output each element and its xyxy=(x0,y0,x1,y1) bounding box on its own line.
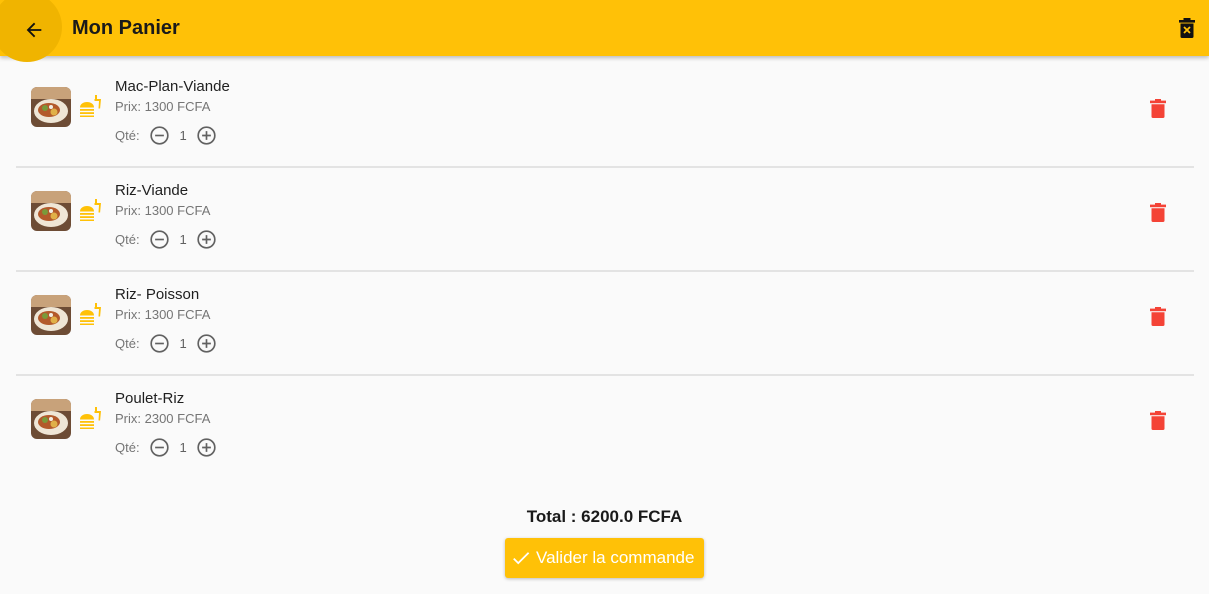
food-thumbnail xyxy=(31,87,71,127)
quantity-value: 1 xyxy=(179,335,187,351)
quantity-label: Qté: xyxy=(115,335,140,351)
fastfood-icon xyxy=(80,303,101,325)
quantity-label: Qté: xyxy=(115,231,140,247)
quantity-value: 1 xyxy=(179,231,187,247)
quantity-label: Qté: xyxy=(115,439,140,455)
delete-item-button[interactable] xyxy=(1146,408,1170,432)
arrow-back-icon xyxy=(26,22,42,38)
fastfood-icon xyxy=(80,199,101,221)
cart-item: Riz-Viande Prix: 1300 FCFA Qté: 1 xyxy=(16,168,1194,272)
decrement-button[interactable] xyxy=(149,228,171,250)
delete-forever-icon xyxy=(1179,18,1195,38)
increment-button[interactable] xyxy=(196,332,218,354)
validate-order-label: Valider la commande xyxy=(536,548,695,567)
add-circle-outline-icon xyxy=(197,437,216,457)
quantity-value: 1 xyxy=(179,127,187,143)
delete-icon xyxy=(1150,410,1166,430)
decrement-button[interactable] xyxy=(149,436,171,458)
cart-item: Mac-Plan-Viande Prix: 1300 FCFA Qté: 1 xyxy=(16,64,1194,168)
delete-item-button[interactable] xyxy=(1146,200,1170,224)
item-price: Prix: 1300 FCFA xyxy=(115,307,211,322)
item-price: Prix: 1300 FCFA xyxy=(115,203,211,218)
fastfood-icon xyxy=(80,407,101,429)
quantity-stepper: Qté: 1 xyxy=(115,228,218,250)
item-name: Riz- Poisson xyxy=(115,286,200,303)
item-price: Prix: 1300 FCFA xyxy=(115,99,211,114)
cart-list: Mac-Plan-Viande Prix: 1300 FCFA Qté: 1 R… xyxy=(16,64,1194,480)
decrement-button[interactable] xyxy=(149,332,171,354)
increment-button[interactable] xyxy=(196,228,218,250)
add-circle-outline-icon xyxy=(197,229,216,249)
fastfood-icon xyxy=(80,95,101,117)
quantity-stepper: Qté: 1 xyxy=(115,332,218,354)
quantity-label: Qté: xyxy=(115,127,140,143)
food-thumbnail xyxy=(31,295,71,335)
app-bar: Mon Panier xyxy=(0,0,1209,62)
delete-item-button[interactable] xyxy=(1146,304,1170,328)
quantity-stepper: Qté: 1 xyxy=(115,436,218,458)
item-price: Prix: 2300 FCFA xyxy=(115,411,211,426)
delete-icon xyxy=(1150,202,1166,222)
validate-order-button[interactable]: Valider la commande xyxy=(505,538,704,578)
clear-cart-button[interactable] xyxy=(1175,16,1199,40)
delete-icon xyxy=(1150,306,1166,326)
page-title: Mon Panier xyxy=(72,17,180,39)
item-name: Poulet-Riz xyxy=(115,390,185,407)
delete-icon xyxy=(1150,98,1166,118)
food-thumbnail xyxy=(31,191,71,231)
item-name: Riz-Viande xyxy=(115,182,189,199)
item-name: Mac-Plan-Viande xyxy=(115,78,230,95)
remove-circle-outline-icon xyxy=(150,333,169,353)
food-thumbnail xyxy=(31,399,71,439)
quantity-value: 1 xyxy=(179,439,187,455)
check-icon xyxy=(509,546,533,570)
quantity-stepper: Qté: 1 xyxy=(115,124,218,146)
order-total: Total : 6200.0 FCFA xyxy=(526,507,683,526)
remove-circle-outline-icon xyxy=(150,125,169,145)
delete-item-button[interactable] xyxy=(1146,96,1170,120)
increment-button[interactable] xyxy=(196,124,218,146)
cart-item: Riz- Poisson Prix: 1300 FCFA Qté: 1 xyxy=(16,272,1194,376)
increment-button[interactable] xyxy=(196,436,218,458)
decrement-button[interactable] xyxy=(149,124,171,146)
add-circle-outline-icon xyxy=(197,333,216,353)
remove-circle-outline-icon xyxy=(150,437,169,457)
back-button[interactable] xyxy=(0,0,62,62)
add-circle-outline-icon xyxy=(197,125,216,145)
remove-circle-outline-icon xyxy=(150,229,169,249)
cart-item: Poulet-Riz Prix: 2300 FCFA Qté: 1 xyxy=(16,376,1194,480)
